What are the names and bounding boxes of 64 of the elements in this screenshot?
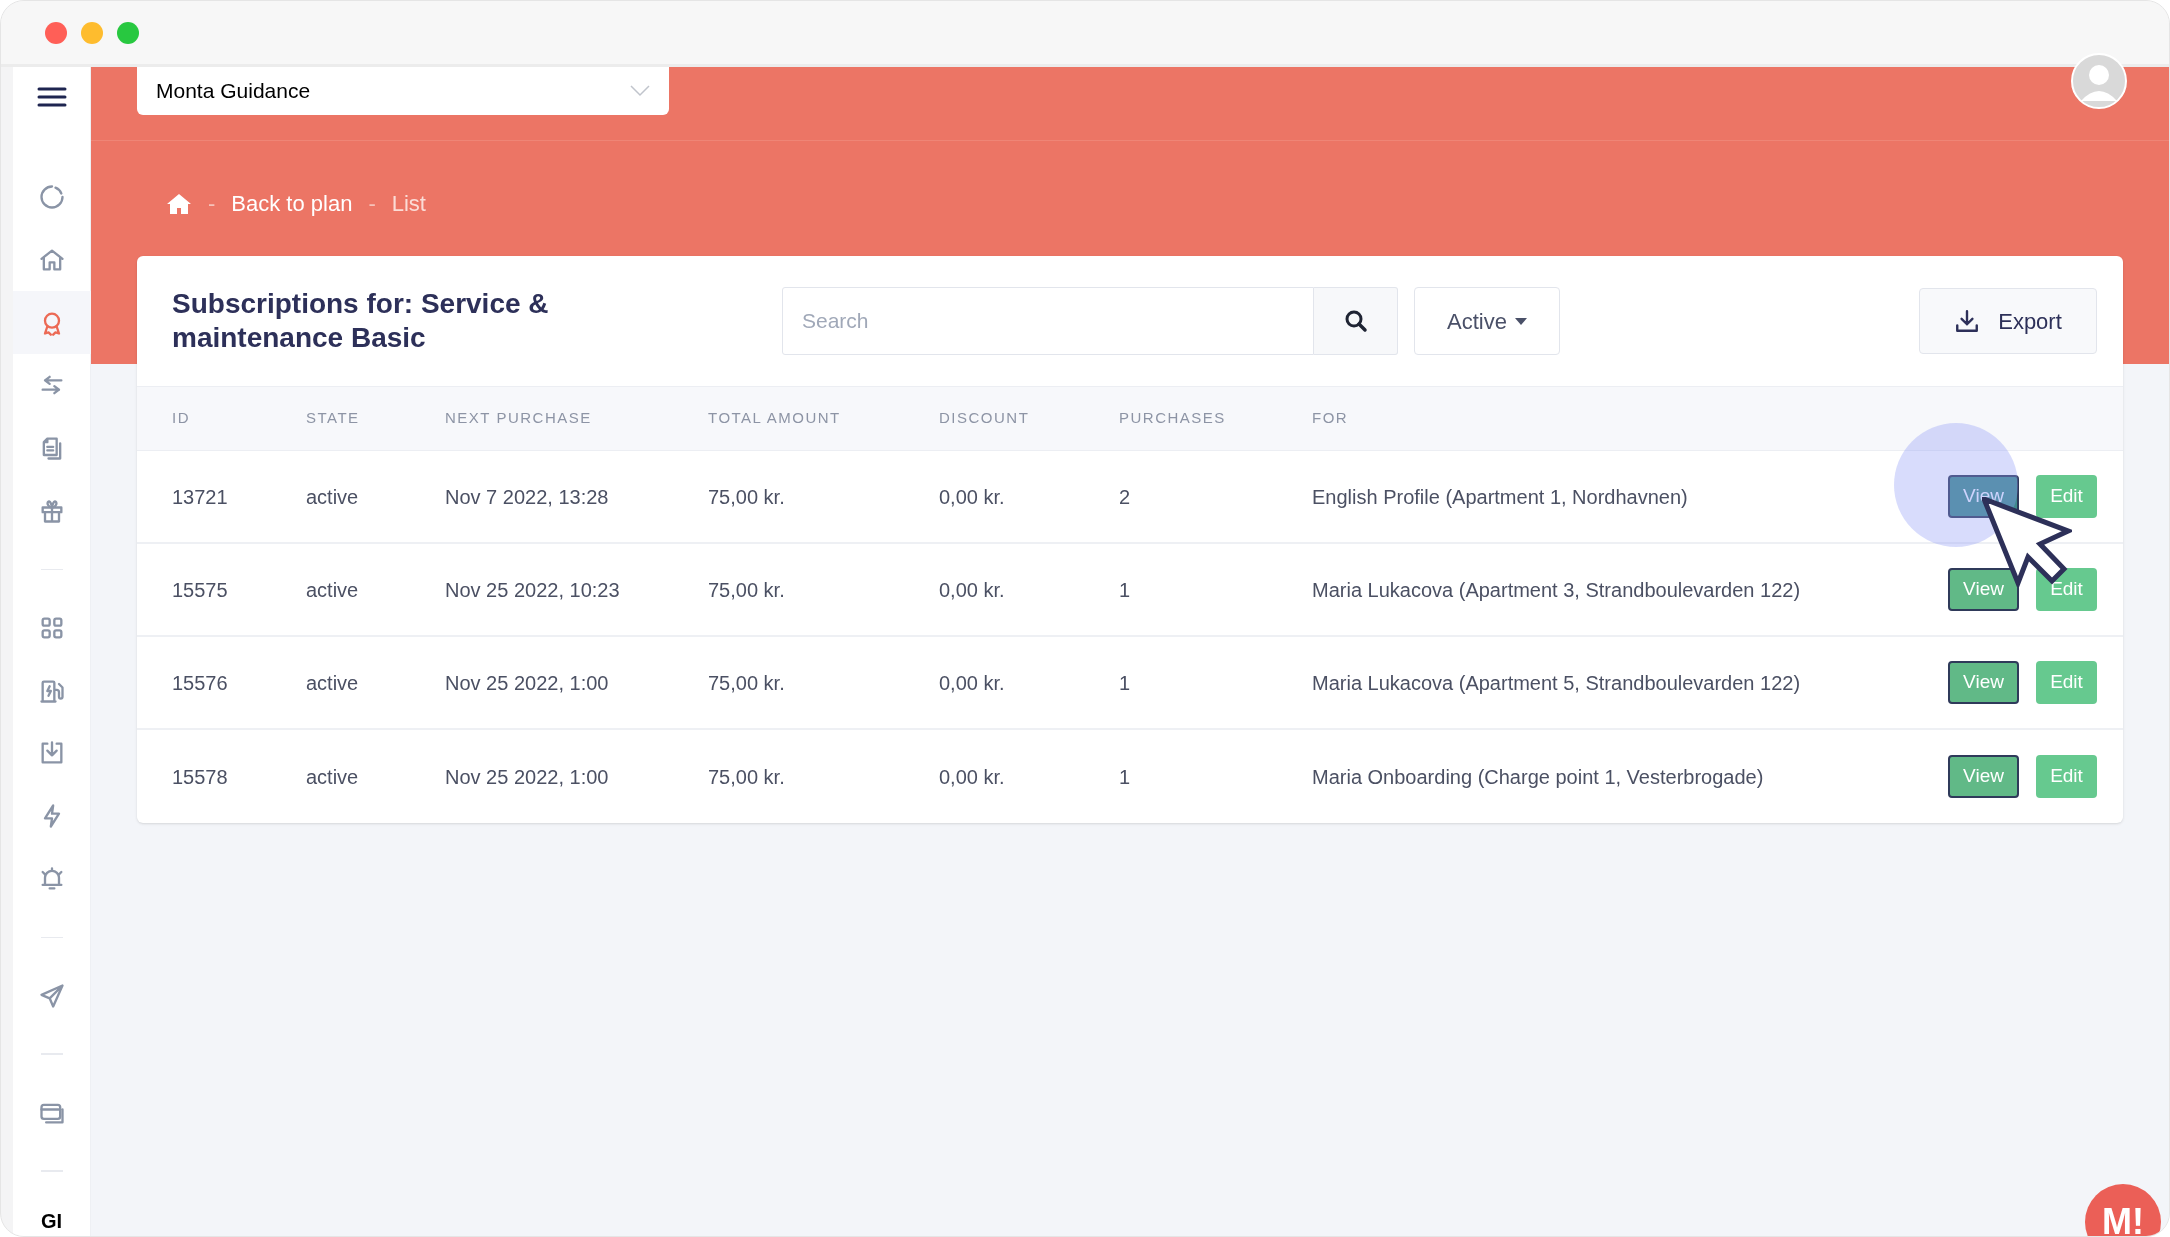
column-header: PURCHASES <box>1119 408 1227 429</box>
table-cell-text: 0,00 kr. <box>939 764 1006 790</box>
sidebar-item[interactable] <box>12 291 91 355</box>
table-cell-text: 1 <box>1119 670 1132 696</box>
window-control[interactable] <box>81 21 103 44</box>
export-button[interactable]: Export <box>1919 288 2097 354</box>
search-icon[interactable] <box>1343 309 1368 333</box>
column-header: FOR <box>1312 408 1350 429</box>
view-button[interactable]: View <box>1948 755 2019 798</box>
avatar-icon[interactable] <box>2071 53 2127 109</box>
table-cell-text: active <box>306 577 360 603</box>
table-cell-text: English Profile (Apartment 1, Nordhavnen) <box>1312 484 1689 510</box>
card-title: Subscriptions for: Service & maintenance Basic <box>172 287 550 355</box>
view-button[interactable]: View <box>1948 661 2019 704</box>
column-header: STATE <box>306 408 361 429</box>
table-cell-text: 13721 <box>172 484 229 510</box>
window-control[interactable] <box>45 21 67 44</box>
breadcrumb-separator: - <box>208 190 216 218</box>
table-cell-text: 15578 <box>172 764 229 790</box>
table-cell-text: Maria Lukacova (Apartment 3, Strandboulevarden 122) <box>1312 577 1802 603</box>
caret-icon <box>1514 317 1527 325</box>
table-cell-text: 2 <box>1119 484 1132 510</box>
table-cell-text: 15575 <box>172 577 229 603</box>
filter-dropdown[interactable]: Active <box>1414 287 1560 355</box>
table-cell-text: 75,00 kr. <box>708 764 786 790</box>
table-cell-text: active <box>306 484 360 510</box>
breadcrumb-current: List <box>391 190 426 218</box>
table-cell-text: 15576 <box>172 670 229 696</box>
table-cell-text: 1 <box>1119 577 1132 603</box>
table-cell-text: 75,00 kr. <box>708 484 786 510</box>
table-cell-text: active <box>306 764 360 790</box>
table-cell-text: Nov 25 2022, 1:00 <box>445 764 610 790</box>
table-cell-text: 75,00 kr. <box>708 670 786 696</box>
table-cell-text: Maria Onboarding (Charge point 1, Vesterbrogade) <box>1312 764 1765 790</box>
table-cell-text: Nov 25 2022, 1:00 <box>445 670 610 696</box>
sidebar-label: GI <box>40 1208 63 1234</box>
home-icon[interactable] <box>166 192 192 215</box>
table-cell-text: 0,00 kr. <box>939 670 1006 696</box>
table-cell-text: Nov 7 2022, 13:28 <box>445 484 610 510</box>
download-icon <box>1954 308 1981 334</box>
view-button[interactable]: View <box>1948 568 2019 611</box>
window-control[interactable] <box>117 21 139 44</box>
search-field[interactable]: Search <box>782 287 1314 355</box>
column-header: ID <box>172 408 191 429</box>
project-select[interactable]: Monta Guidance <box>137 67 669 115</box>
edit-button[interactable]: Edit <box>2036 755 2097 798</box>
table-cell-text: active <box>306 670 360 696</box>
chevron-down-icon <box>630 85 650 97</box>
breadcrumb-link[interactable]: Back to plan <box>231 187 353 220</box>
edit-button[interactable]: Edit <box>2036 475 2097 518</box>
column-header: DISCOUNT <box>939 408 1031 429</box>
table-cell-text: 75,00 kr. <box>708 577 786 603</box>
breadcrumb-separator: - <box>368 190 376 218</box>
send-icon <box>37 981 66 1010</box>
chart-icon <box>37 183 66 212</box>
table-cell-text: 0,00 kr. <box>939 577 1006 603</box>
table-cell-text: Nov 25 2022, 10:23 <box>445 577 621 603</box>
column-header: TOTAL AMOUNT <box>708 408 842 429</box>
table-cell-text: 0,00 kr. <box>939 484 1006 510</box>
column-header: NEXT PURCHASE <box>445 408 593 429</box>
table-cell-text: 1 <box>1119 764 1132 790</box>
edit-button[interactable]: Edit <box>2036 661 2097 704</box>
table-cell-text: Maria Lukacova (Apartment 5, Strandboulevarden 122) <box>1312 670 1802 696</box>
chat-badge[interactable]: M! <box>2085 1184 2161 1236</box>
